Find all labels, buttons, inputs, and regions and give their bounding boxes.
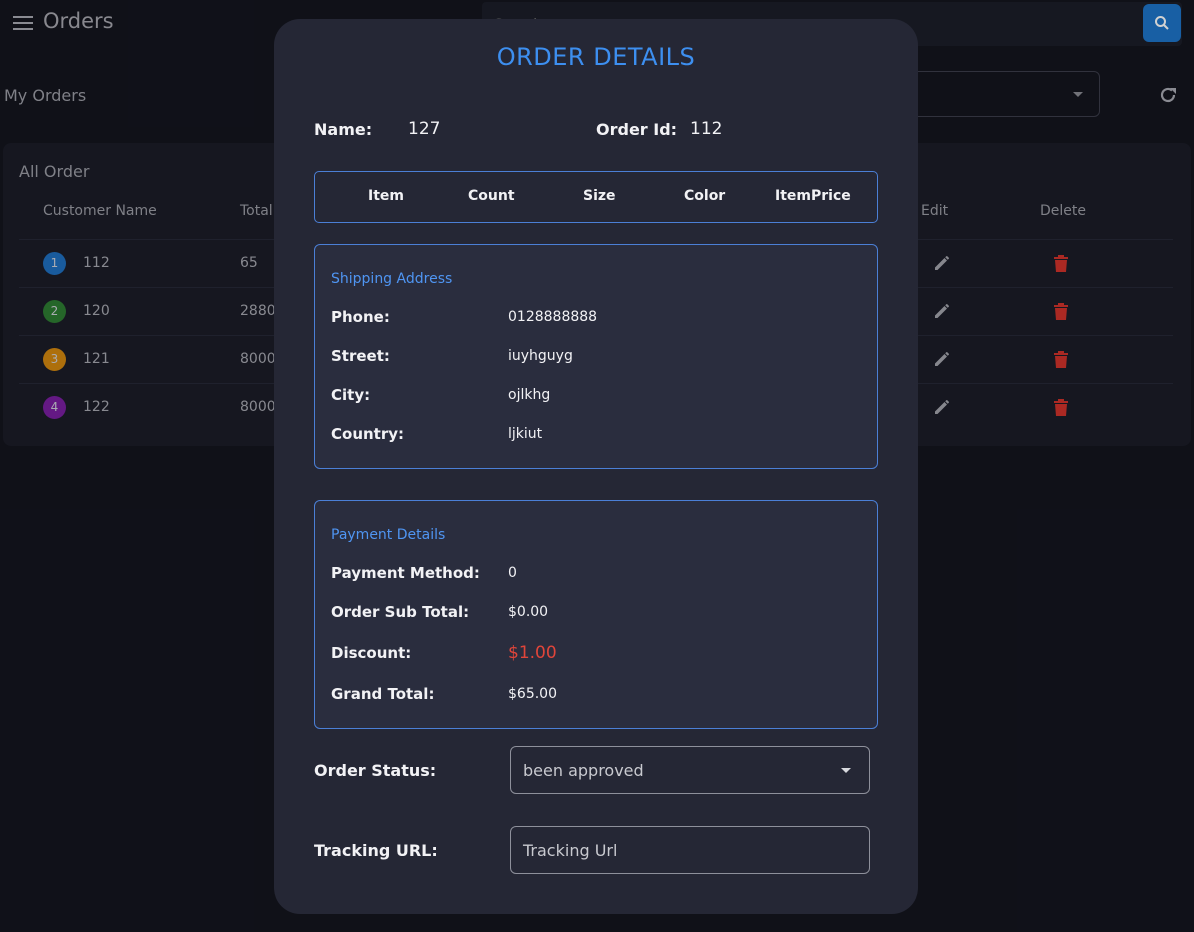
column-header-color: Color [684,188,726,204]
country-label: Country: [331,425,405,443]
street-value: iuyhguyg [508,348,573,364]
tracking-url-label: Tracking URL: [314,841,438,860]
column-header-item-price: ItemPrice [775,188,851,204]
name-value: 127 [408,119,441,139]
city-label: City: [331,386,371,404]
order-status-value: been approved [523,761,644,780]
tracking-url-placeholder: Tracking Url [523,841,618,860]
city-value: ojlkhg [508,387,551,403]
dialog-title: ORDER DETAILS [496,43,696,71]
column-header-item: Item [368,188,404,204]
grand-total-label: Grand Total: [331,685,435,703]
caret-down-icon [841,768,851,773]
shipping-address-box: Shipping Address Phone: 0128888888 Stree… [314,244,878,469]
payment-details-title: Payment Details [331,527,446,543]
subtotal-value: $0.00 [508,604,549,620]
phone-value: 0128888888 [508,309,598,325]
discount-label: Discount: [331,644,412,662]
column-header-size: Size [583,188,616,204]
order-id-value: 112 [690,119,723,139]
tracking-url-input[interactable]: Tracking Url [510,826,870,874]
country-value: ljkiut [508,426,543,442]
order-status-select[interactable]: been approved [510,746,870,794]
payment-method-value: 0 [508,565,517,581]
phone-label: Phone: [331,308,390,326]
discount-value: $1.00 [508,643,557,663]
street-label: Street: [331,347,390,365]
column-header-count: Count [468,188,515,204]
payment-details-box: Payment Details Payment Method: 0 Order … [314,500,878,729]
shipping-address-title: Shipping Address [331,271,453,287]
order-id-label: Order Id: [596,120,678,139]
items-table-header: Item Count Size Color ItemPrice [314,171,878,223]
name-label: Name: [314,120,373,139]
payment-method-label: Payment Method: [331,564,480,582]
order-status-label: Order Status: [314,761,437,780]
grand-total-value: $65.00 [508,686,557,702]
order-details-dialog: ORDER DETAILS Name: 127 Order Id: 112 It… [274,19,918,914]
subtotal-label: Order Sub Total: [331,603,470,621]
